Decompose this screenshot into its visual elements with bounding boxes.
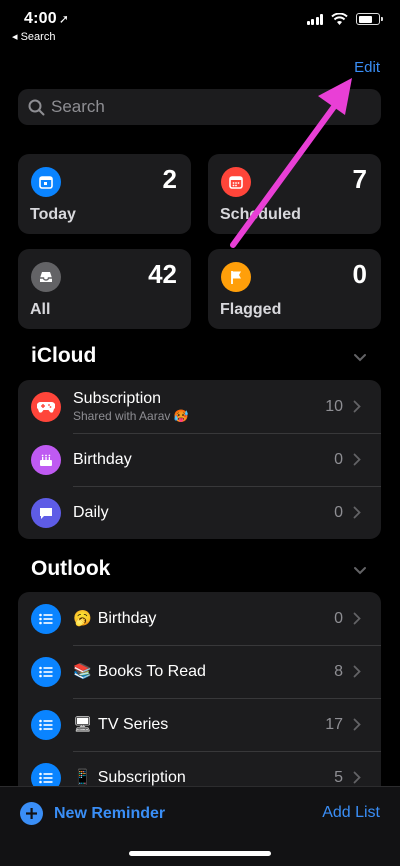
list-title: TV Series <box>98 716 169 733</box>
flagged-label: Flagged <box>220 301 282 318</box>
cellular-signal-icon <box>306 13 323 25</box>
today-label: Today <box>30 206 76 223</box>
chevron-down-icon[interactable] <box>353 563 367 577</box>
icloud-lists: Subscription Shared with Aarav 🥵 10 Birt… <box>18 380 381 539</box>
chevron-right-icon <box>353 771 361 784</box>
list-count: 0 <box>334 503 343 521</box>
list-title: Books To Read <box>97 663 206 680</box>
list-item-subscription[interactable]: Subscription Shared with Aarav 🥵 10 <box>18 380 381 433</box>
home-indicator <box>129 851 271 856</box>
list-item-books-to-read[interactable]: 📚 Books To Read 8 <box>18 645 381 698</box>
list-icon <box>31 656 61 687</box>
list-item-birthday[interactable]: 🥱 Birthday 0 <box>18 592 381 645</box>
chevron-right-icon <box>353 453 361 466</box>
chevron-right-icon <box>353 506 361 519</box>
outlook-lists: 🥱 Birthday 0 📚 Books To Read 8 🖥 TV Series … <box>18 592 381 792</box>
flag-icon <box>221 262 251 292</box>
battery-icon <box>356 13 383 25</box>
location-icon: ➚ <box>58 12 70 26</box>
plus-circle-icon <box>20 802 43 825</box>
list-emoji: 📱 <box>73 769 92 786</box>
list-count: 17 <box>325 715 343 733</box>
search-icon <box>28 99 45 115</box>
list-item-tv-series[interactable]: 🖥 TV Series 17 <box>18 698 381 751</box>
list-item-daily[interactable]: Daily 0 <box>18 486 381 539</box>
list-emoji: 📚 <box>73 663 92 680</box>
smart-list-all[interactable]: 42 All <box>18 249 191 329</box>
new-reminder-button[interactable]: New Reminder <box>20 802 165 825</box>
list-title: Daily <box>73 503 109 521</box>
list-count: 8 <box>334 662 343 680</box>
chevron-right-icon <box>353 718 361 731</box>
cake-icon <box>31 444 61 475</box>
add-list-button[interactable]: Add List <box>322 804 380 822</box>
scheduled-label: Scheduled <box>220 206 301 223</box>
flagged-count: 0 <box>352 259 367 289</box>
list-subtitle: Shared with Aarav 🥵 <box>73 409 189 423</box>
smart-list-today[interactable]: 2 Today <box>18 154 191 234</box>
tray-icon <box>31 262 61 292</box>
back-to-app-link[interactable]: ◂ Search <box>12 30 55 43</box>
scheduled-count: 7 <box>352 164 367 194</box>
list-emoji: 🥱 <box>73 610 92 627</box>
status-bar: 4:00 ➚ ◂ Search <box>0 0 400 46</box>
section-title-outlook: Outlook <box>31 557 111 580</box>
list-icon <box>31 709 61 740</box>
list-title: Birthday <box>73 450 132 468</box>
edit-button[interactable]: Edit <box>354 59 380 76</box>
calendar-today-icon <box>31 167 61 197</box>
list-title: Birthday <box>97 610 157 627</box>
list-count: 10 <box>325 397 343 415</box>
all-label: All <box>30 301 51 318</box>
gamepad-icon <box>31 391 61 422</box>
list-emoji: 🖥 <box>73 716 93 733</box>
smart-list-scheduled[interactable]: 7 Scheduled <box>208 154 381 234</box>
section-title-icloud: iCloud <box>31 344 97 367</box>
all-count: 42 <box>148 259 177 289</box>
search-placeholder: Search <box>51 97 105 116</box>
status-time: 4:00 ➚ <box>24 10 70 27</box>
list-icon <box>31 603 61 634</box>
list-title: Subscription <box>73 390 162 407</box>
chevron-down-icon[interactable] <box>353 350 367 364</box>
chevron-right-icon <box>353 612 361 625</box>
list-count: 5 <box>334 768 343 786</box>
today-count: 2 <box>162 164 177 194</box>
list-item-birthday[interactable]: Birthday 0 <box>18 433 381 486</box>
chevron-right-icon <box>353 400 361 413</box>
list-count: 0 <box>334 609 343 627</box>
wifi-icon <box>331 13 348 25</box>
new-reminder-label: New Reminder <box>54 804 166 822</box>
search-field[interactable]: Search <box>18 89 381 125</box>
smart-list-flagged[interactable]: 0 Flagged <box>208 249 381 329</box>
chevron-right-icon <box>353 665 361 678</box>
list-title: Subscription <box>97 769 186 786</box>
list-count: 0 <box>334 450 343 468</box>
speech-bubble-icon <box>31 497 61 528</box>
calendar-icon <box>221 167 251 197</box>
